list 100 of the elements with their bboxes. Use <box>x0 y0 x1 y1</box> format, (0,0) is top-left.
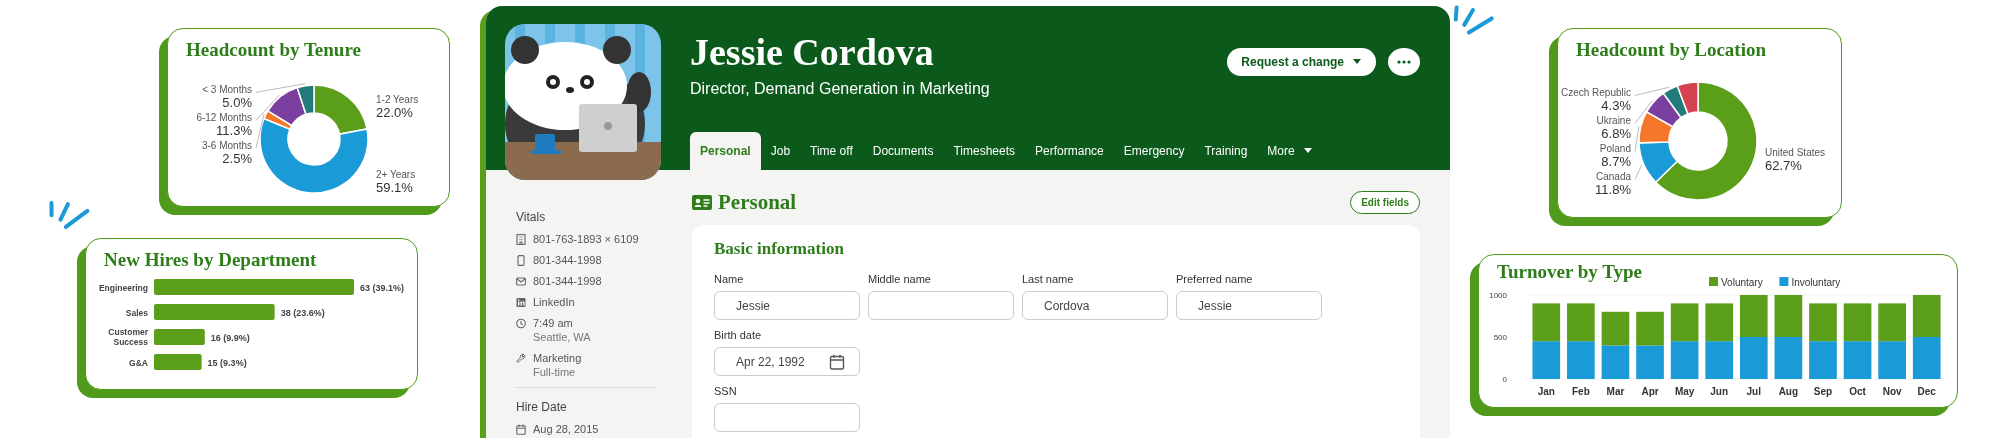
bar-segment <box>1705 303 1734 342</box>
bar-value: 38 (23.6%) <box>280 308 325 318</box>
bar-label: G&A <box>129 358 148 368</box>
bar-segment <box>1567 303 1595 342</box>
bar-label: Engineering <box>98 283 148 293</box>
section-title: Personal <box>718 190 797 215</box>
building-icon <box>516 234 526 245</box>
tab[interactable]: Emergency <box>1113 132 1195 170</box>
edit-fields-button[interactable]: Edit fields <box>1350 191 1420 214</box>
tab[interactable]: Documents <box>862 132 944 170</box>
calendar-icon <box>516 424 526 435</box>
input-field[interactable]: Cordova <box>1022 291 1168 320</box>
tab[interactable]: Personal <box>690 132 761 170</box>
input-field[interactable] <box>868 291 1014 320</box>
sidebar-heading: Hire Date <box>516 400 568 414</box>
slice-label: Canada <box>1595 171 1631 183</box>
bar-segment <box>1739 337 1768 379</box>
axis-label: Jul <box>1746 386 1761 397</box>
axis-tick-label: 500 <box>1493 333 1507 342</box>
bar-segment <box>1739 295 1768 337</box>
bar-segment <box>1601 345 1630 379</box>
linkedin-icon <box>516 297 526 308</box>
slice-label: Ukraine <box>1596 115 1631 127</box>
bar-segment <box>1567 341 1595 379</box>
tab[interactable]: Training <box>1194 132 1258 170</box>
field-label: Last name <box>1022 273 1075 285</box>
bar-segment <box>1912 295 1941 337</box>
sidebar-text: 7:49 am <box>533 317 574 330</box>
leader-line <box>1634 86 1670 96</box>
axis-label: May <box>1674 386 1695 397</box>
axis-label: Dec <box>1917 386 1936 397</box>
sidebar-text: Aug 28, 2015 <box>533 423 599 436</box>
input-field[interactable]: Jessie <box>1176 291 1322 320</box>
bar <box>154 329 205 345</box>
bar-value: 16 (9.9%) <box>210 333 250 343</box>
bar-segment <box>1705 341 1734 379</box>
bar-segment <box>1636 311 1664 346</box>
field-label: Middle name <box>868 273 932 285</box>
field-label: Birth date <box>714 329 763 341</box>
person-name: Jessie Cordova <box>690 30 935 74</box>
slice-value: 6.8% <box>1601 126 1631 142</box>
slice-label: < 3 Months <box>202 84 252 96</box>
bar-segment <box>1843 341 1872 379</box>
bar-label: Customer Success <box>108 327 148 347</box>
axis-label: Nov <box>1882 386 1902 397</box>
slice-value: 4.3% <box>1601 98 1631 114</box>
more-options-button[interactable] <box>1388 48 1420 76</box>
bar-segment <box>1636 345 1664 379</box>
tab[interactable]: Performance <box>1025 132 1114 170</box>
clock-icon <box>516 318 526 329</box>
legend-label: Voluntary <box>1721 276 1763 288</box>
slice-label: Czech Republic <box>1560 87 1631 99</box>
tab[interactable]: More <box>1257 132 1323 170</box>
axis-label: Jan <box>1537 386 1555 397</box>
legend-swatch <box>1709 277 1718 286</box>
axis-label: Oct <box>1849 386 1866 397</box>
calendar-icon <box>829 353 845 370</box>
date-field[interactable]: Apr 22, 1992 <box>714 347 860 376</box>
wrench-icon <box>516 353 526 364</box>
axis-label: Aug <box>1778 386 1799 397</box>
slice-label: United States <box>1765 147 1826 159</box>
request-change-button[interactable]: Request a change <box>1227 48 1376 76</box>
bar-label: Sales <box>125 308 148 318</box>
bar-value: 63 (39.1%) <box>360 283 405 293</box>
mail-icon <box>516 276 526 287</box>
field-label: Preferred name <box>1176 273 1254 285</box>
tab[interactable]: Timesheets <box>943 132 1026 170</box>
bar-segment <box>1878 303 1906 342</box>
slice-value: 62.7% <box>1765 158 1802 174</box>
mobile-phone-icon <box>516 255 526 266</box>
tab[interactable]: Job <box>760 132 801 170</box>
bar-segment <box>1774 295 1803 337</box>
sidebar-text: Full-time <box>533 365 577 379</box>
axis-label: Sep <box>1813 386 1833 397</box>
legend-swatch <box>1779 277 1789 286</box>
slice-value: 11.3% <box>216 123 252 139</box>
chart-title: Turnover by Type <box>1497 261 1642 283</box>
bar-segment <box>1532 303 1561 342</box>
caret-icon <box>1352 59 1362 65</box>
axis-label: Mar <box>1606 386 1625 397</box>
field-label: Name <box>714 273 745 285</box>
sidebar-text: LinkedIn <box>533 296 575 309</box>
axis-label: Jun <box>1710 386 1729 397</box>
field-label: SSN <box>714 385 738 397</box>
slice-value: 2.5% <box>222 151 252 167</box>
leader-line <box>1634 164 1643 180</box>
bar-segment <box>1670 303 1699 342</box>
slice-value: 11.8% <box>1595 182 1631 198</box>
bar <box>154 354 202 370</box>
legend-label: Involuntary <box>1791 276 1841 288</box>
bar-segment <box>1878 341 1906 379</box>
input-field[interactable]: Jessie <box>714 291 860 320</box>
sidebar-text: 801-763-1893 × 6109 <box>533 233 639 246</box>
tab[interactable]: Time off <box>800 132 863 170</box>
axis-tick-label: 1000 <box>1489 291 1507 300</box>
input-field[interactable] <box>714 403 860 432</box>
job-title: Director, Demand Generation in Marketing <box>690 80 991 98</box>
axis-label: Feb <box>1572 386 1590 397</box>
slice-value: 59.1% <box>376 180 413 195</box>
chart-title: Headcount by Location <box>1576 39 1767 61</box>
